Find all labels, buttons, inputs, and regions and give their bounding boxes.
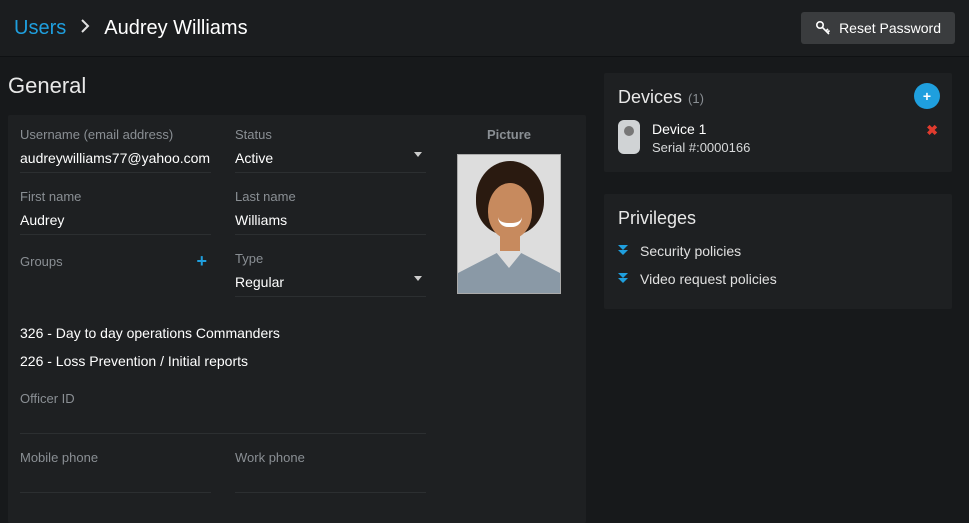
devices-title: Devices [618, 87, 682, 108]
groups-label: Groups [20, 254, 63, 269]
group-item[interactable]: 326 - Day to day operations Commanders [20, 319, 426, 347]
device-row[interactable]: Device 1 Serial #:0000166 ✖ [618, 120, 938, 156]
privileges-title: Privileges [618, 208, 696, 229]
status-value: Active [235, 150, 273, 166]
device-name: Device 1 [652, 120, 750, 139]
mobile-phone-field[interactable] [20, 469, 211, 493]
picture-label: Picture [444, 127, 574, 142]
privilege-label: Video request policies [640, 271, 777, 287]
privileges-panel: Privileges Security policies Video reque… [604, 194, 952, 309]
work-phone-field[interactable] [235, 469, 426, 493]
work-phone-label: Work phone [235, 450, 426, 465]
last-name-field[interactable]: Williams [235, 208, 426, 235]
officer-id-field[interactable] [20, 410, 426, 434]
type-dropdown[interactable]: Regular [235, 270, 426, 297]
add-device-button[interactable]: + [914, 83, 940, 109]
breadcrumb: Users Audrey Williams [14, 17, 248, 40]
groups-list: 326 - Day to day operations Commanders 2… [20, 319, 426, 375]
remove-device-button[interactable]: ✖ [926, 122, 938, 139]
officer-id-label: Officer ID [20, 391, 426, 406]
devices-count: (1) [688, 91, 704, 106]
chevron-right-icon [80, 19, 90, 38]
device-icon [618, 120, 640, 154]
username-field[interactable]: audreywilliams77@yahoo.com [20, 146, 211, 173]
status-dropdown[interactable]: Active [235, 146, 426, 173]
general-panel: Username (email address) audreywilliams7… [8, 115, 586, 523]
caret-down-icon [414, 276, 422, 281]
breadcrumb-current: Audrey Williams [104, 17, 247, 40]
first-name-label: First name [20, 189, 211, 204]
double-chevron-down-icon [618, 273, 630, 285]
reset-password-button[interactable]: Reset Password [801, 12, 955, 44]
privilege-item-security[interactable]: Security policies [618, 237, 938, 265]
double-chevron-down-icon [618, 245, 630, 257]
key-icon [815, 20, 831, 36]
privilege-label: Security policies [640, 243, 741, 259]
privilege-item-video[interactable]: Video request policies [618, 265, 938, 293]
first-name-field[interactable]: Audrey [20, 208, 211, 235]
add-group-button[interactable]: + [192, 251, 211, 272]
page-header: Users Audrey Williams Reset Password [0, 0, 969, 57]
device-serial: Serial #:0000166 [652, 139, 750, 157]
group-item[interactable]: 226 - Loss Prevention / Initial reports [20, 347, 426, 375]
user-picture[interactable] [457, 154, 561, 294]
caret-down-icon [414, 152, 422, 157]
mobile-phone-label: Mobile phone [20, 450, 211, 465]
breadcrumb-root[interactable]: Users [14, 17, 66, 40]
username-label: Username (email address) [20, 127, 211, 142]
devices-panel: Devices (1) + Device 1 Serial #:0000166 … [604, 73, 952, 172]
last-name-label: Last name [235, 189, 426, 204]
reset-password-label: Reset Password [839, 20, 941, 36]
type-label: Type [235, 251, 426, 266]
general-title: General [8, 73, 586, 99]
type-value: Regular [235, 274, 284, 290]
status-label: Status [235, 127, 426, 142]
